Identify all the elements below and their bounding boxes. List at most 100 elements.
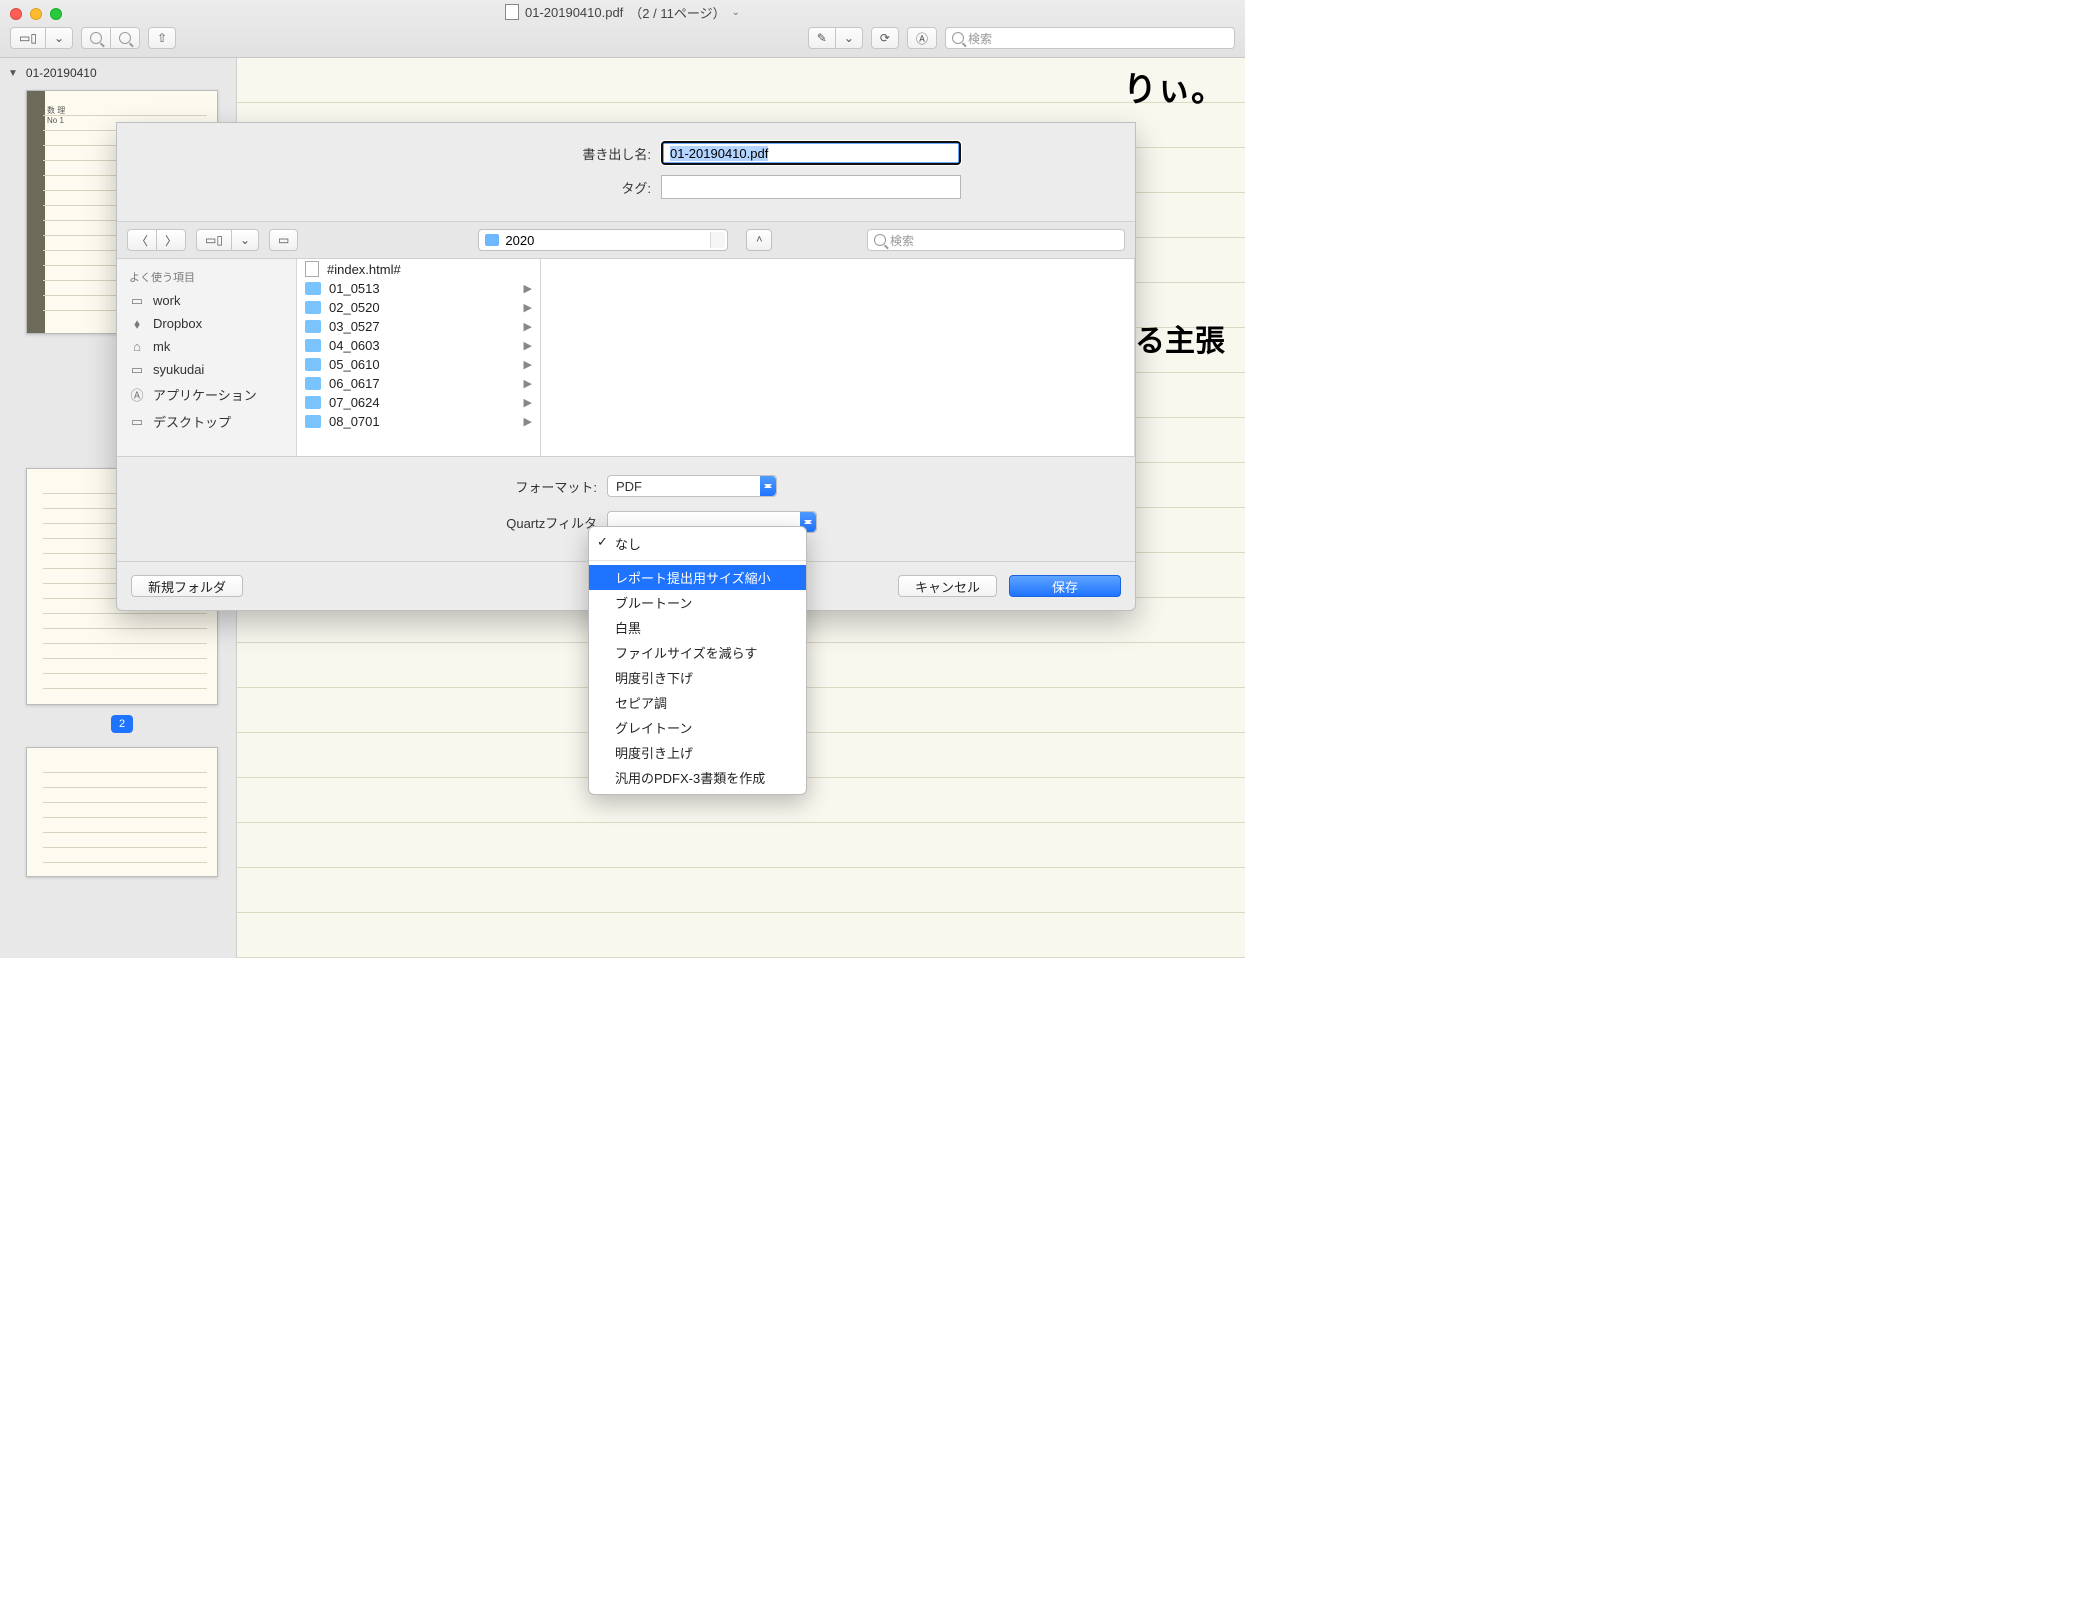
chevron-right-icon: ▶ bbox=[524, 415, 532, 428]
folder-icon bbox=[305, 301, 321, 314]
dropbox-icon: ⬧ bbox=[129, 317, 145, 331]
folder-icon bbox=[305, 282, 321, 295]
folder-icon: ▭ bbox=[129, 415, 145, 429]
export-name-label: 書き出し名: bbox=[291, 144, 651, 163]
location-popup[interactable]: 2020 ▲▼ bbox=[478, 229, 728, 251]
current-page-badge: 2 bbox=[111, 715, 133, 733]
folder-icon bbox=[305, 396, 321, 409]
folder-icon bbox=[305, 320, 321, 333]
folder-icon bbox=[305, 415, 321, 428]
window-title: 01-20190410.pdf bbox=[525, 5, 623, 20]
chevron-right-icon: ▶ bbox=[524, 339, 532, 352]
folder-item[interactable]: 06_0617▶ bbox=[297, 374, 540, 393]
folder-item[interactable]: 03_0527▶ bbox=[297, 317, 540, 336]
sidebar-item-dropbox[interactable]: ⬧Dropbox bbox=[117, 312, 296, 335]
minimize-window-button[interactable] bbox=[30, 8, 42, 20]
browser-search-placeholder: 検索 bbox=[890, 232, 914, 249]
title-menu-chevron-icon[interactable]: ⌄ bbox=[732, 7, 740, 18]
format-value: PDF bbox=[616, 479, 642, 494]
file-icon bbox=[305, 261, 319, 277]
favorites-header: よく使う項目 bbox=[117, 265, 296, 289]
browser-search-field[interactable]: 検索 bbox=[867, 229, 1125, 251]
search-icon bbox=[952, 32, 964, 44]
folder-icon: ▭ bbox=[129, 363, 145, 377]
favorites-sidebar: よく使う項目 ▭work ⬧Dropbox ⌂mk ▭syukudai Ⓐアプリ… bbox=[117, 259, 297, 456]
format-select[interactable]: PDF bbox=[607, 475, 777, 497]
folder-item[interactable]: 04_0603▶ bbox=[297, 336, 540, 355]
menu-item[interactable]: 白黒 bbox=[589, 615, 806, 640]
menu-item[interactable]: 汎用のPDFX-3書類を作成 bbox=[589, 765, 806, 790]
sidebar-filename: 01-20190410 bbox=[26, 66, 97, 80]
menu-separator bbox=[589, 560, 806, 561]
cancel-button[interactable]: キャンセル bbox=[898, 575, 997, 597]
sidebar-item-work[interactable]: ▭work bbox=[117, 289, 296, 312]
folder-item[interactable]: 05_0610▶ bbox=[297, 355, 540, 374]
folder-icon bbox=[305, 339, 321, 352]
view-mode-button[interactable]: ▭▯ bbox=[196, 229, 232, 251]
search-icon bbox=[874, 234, 886, 246]
sidebar-menu-button[interactable]: ⌄ bbox=[46, 27, 73, 49]
folder-icon bbox=[485, 234, 499, 246]
document-icon bbox=[505, 4, 519, 20]
applications-icon: Ⓐ bbox=[129, 388, 145, 402]
menu-item[interactable]: 明度引き上げ bbox=[589, 740, 806, 765]
folder-item[interactable]: 08_0701▶ bbox=[297, 412, 540, 431]
menu-item[interactable]: グレイトーン bbox=[589, 715, 806, 740]
window-page-indicator: （2 / 11ページ） bbox=[629, 3, 725, 22]
folder-icon bbox=[305, 358, 321, 371]
nav-forward-button[interactable]: 〉 bbox=[157, 229, 186, 251]
disclosure-triangle-icon[interactable]: ▼ bbox=[8, 68, 18, 79]
markup-button[interactable]: ✎ bbox=[808, 27, 836, 49]
menu-item-none[interactable]: なし bbox=[589, 531, 806, 556]
zoom-out-button[interactable] bbox=[81, 27, 111, 49]
markup-menu-button[interactable]: ⌄ bbox=[836, 27, 863, 49]
save-button[interactable]: 保存 bbox=[1009, 575, 1121, 597]
chevron-right-icon: ▶ bbox=[524, 301, 532, 314]
sidebar-item-home[interactable]: ⌂mk bbox=[117, 335, 296, 358]
menu-item[interactable]: ファイルサイズを減らす bbox=[589, 640, 806, 665]
chevron-right-icon: ▶ bbox=[524, 320, 532, 333]
menu-item[interactable]: セピア調 bbox=[589, 690, 806, 715]
tag-field[interactable] bbox=[661, 175, 961, 199]
format-label: フォーマット: bbox=[117, 477, 597, 496]
export-name-field[interactable] bbox=[661, 141, 961, 165]
sidebar-item-applications[interactable]: Ⓐアプリケーション bbox=[117, 381, 296, 408]
page-thumbnail-3[interactable] bbox=[26, 747, 218, 877]
toolbar-search-field[interactable]: 検索 bbox=[945, 27, 1235, 49]
sidebar-item-syukudai[interactable]: ▭syukudai bbox=[117, 358, 296, 381]
sidebar-item-desktop[interactable]: ▭デスクトップ bbox=[117, 408, 296, 435]
folder-icon: ▭ bbox=[129, 294, 145, 308]
titlebar: 01-20190410.pdf （2 / 11ページ） ⌄ ▭▯ ⌄ ⇧ ✎ ⌄… bbox=[0, 0, 1245, 58]
nav-back-button[interactable]: 〈 bbox=[127, 229, 157, 251]
folder-item[interactable]: 02_0520▶ bbox=[297, 298, 540, 317]
highlight-button[interactable]: Ⓐ bbox=[907, 27, 937, 49]
tag-label: タグ: bbox=[291, 178, 651, 197]
folder-item[interactable]: 01_0513▶ bbox=[297, 279, 540, 298]
stepper-icon bbox=[760, 476, 776, 496]
folder-item[interactable]: 07_0624▶ bbox=[297, 393, 540, 412]
close-window-button[interactable] bbox=[10, 8, 22, 20]
file-item[interactable]: #index.html# bbox=[297, 259, 540, 279]
home-icon: ⌂ bbox=[129, 340, 145, 354]
collapse-browser-button[interactable]: ˄ bbox=[746, 229, 772, 251]
menu-item-report-shrink[interactable]: レポート提出用サイズ縮小 bbox=[589, 565, 806, 590]
quartz-filter-menu: なし レポート提出用サイズ縮小 ブルートーン 白黒 ファイルサイズを減らす 明度… bbox=[588, 526, 807, 795]
doc-handwriting-1: りぃ。 bbox=[1123, 62, 1225, 111]
new-folder-button[interactable]: 新規フォルダ bbox=[131, 575, 243, 597]
share-button[interactable]: ⇧ bbox=[148, 27, 176, 49]
menu-item[interactable]: ブルートーン bbox=[589, 590, 806, 615]
location-label: 2020 bbox=[505, 233, 534, 248]
toolbar-search-placeholder: 検索 bbox=[968, 30, 992, 47]
chevron-right-icon: ▶ bbox=[524, 358, 532, 371]
view-mode-menu-button[interactable]: ⌄ bbox=[232, 229, 259, 251]
quartz-filter-label: Quartzフィルタ bbox=[117, 513, 597, 532]
rotate-button[interactable]: ⟳ bbox=[871, 27, 899, 49]
folder-icon bbox=[305, 377, 321, 390]
chevron-right-icon: ▶ bbox=[524, 396, 532, 409]
chevron-right-icon: ▶ bbox=[524, 377, 532, 390]
group-button[interactable]: ▭ bbox=[269, 229, 298, 251]
zoom-window-button[interactable] bbox=[50, 8, 62, 20]
sidebar-toggle-button[interactable]: ▭▯ bbox=[10, 27, 46, 49]
zoom-in-button[interactable] bbox=[111, 27, 140, 49]
menu-item[interactable]: 明度引き下げ bbox=[589, 665, 806, 690]
